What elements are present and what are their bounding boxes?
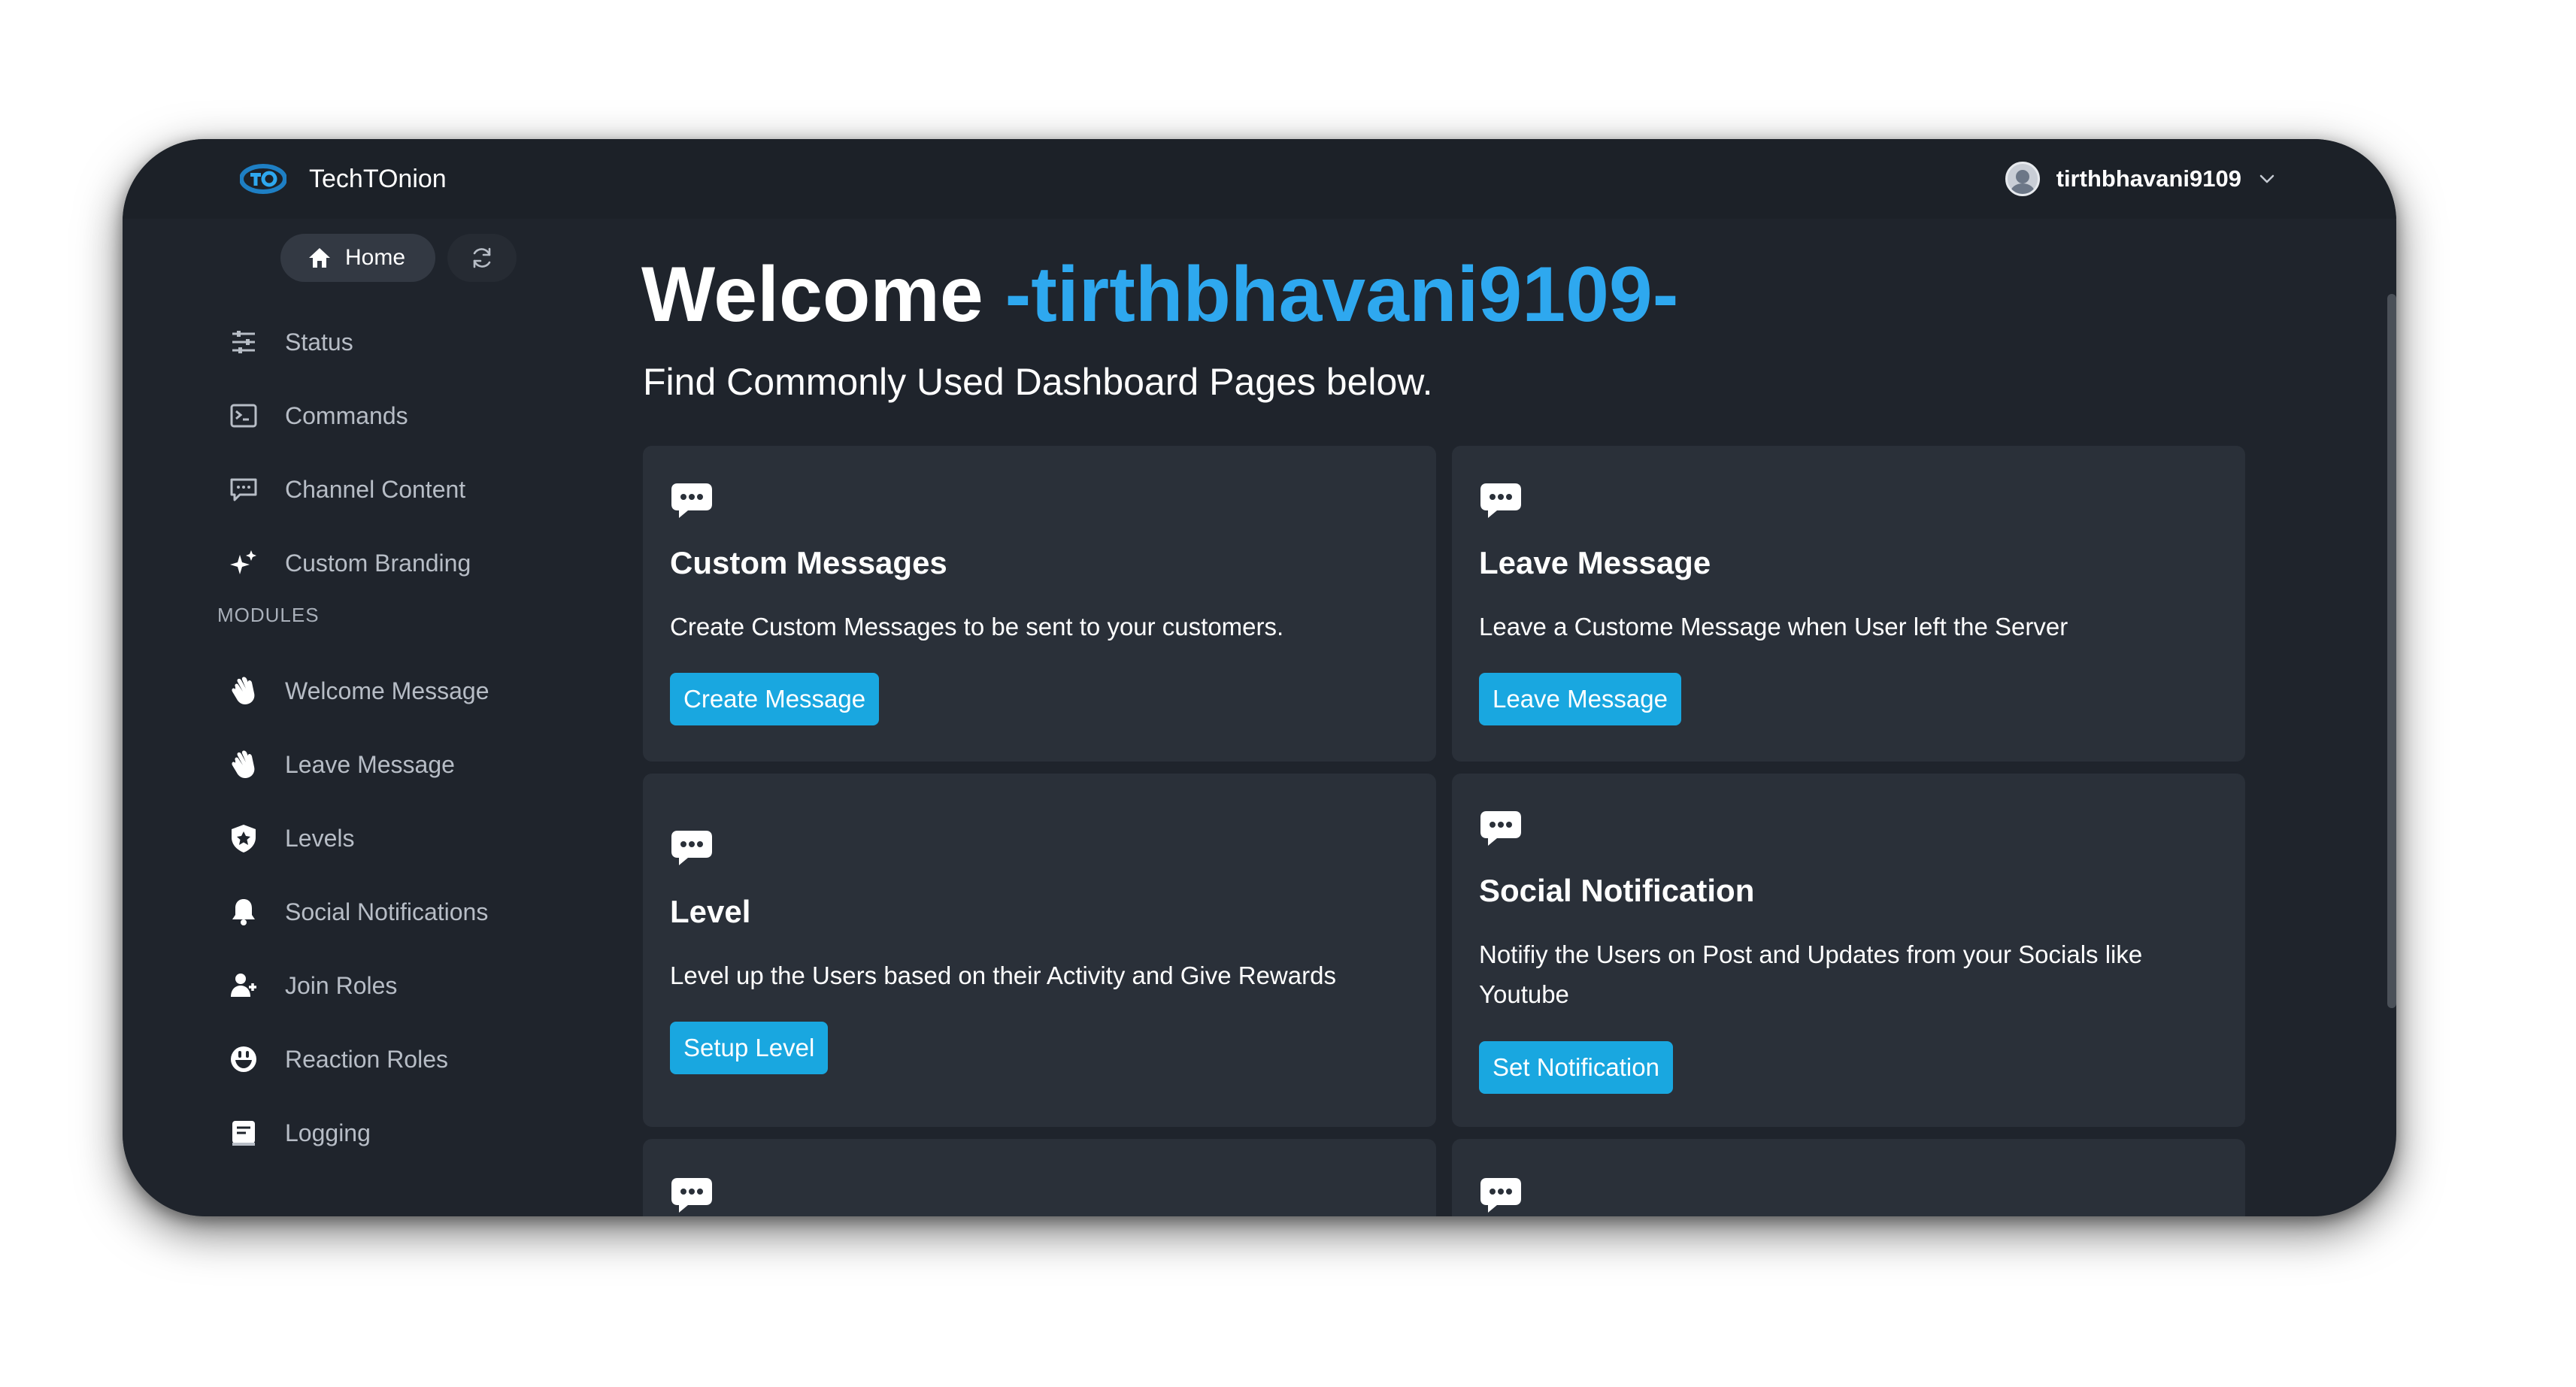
chat-bubble-icon (1480, 1178, 1521, 1213)
sidebar-item-label: Status (285, 328, 353, 356)
create-message-button[interactable]: Create Message (670, 673, 880, 725)
leave-message-button[interactable]: Leave Message (1479, 673, 1681, 725)
page-subtitle: Find Commonly Used Dashboard Pages below… (643, 361, 1433, 403)
main-content: Welcome -tirthbhavani9109- Find Commonly… (574, 219, 2396, 1216)
sparkles-icon (230, 550, 256, 574)
sidebar-item-welcome-message[interactable]: Welcome Message (228, 668, 489, 713)
sidebar-item-leave-message[interactable]: Leave Message (228, 742, 455, 787)
bell-icon (232, 899, 255, 925)
sidebar-item-custom-branding[interactable]: Custom Branding (228, 541, 471, 586)
card-title: Level (670, 894, 751, 929)
sidebar-item-social-notifications[interactable]: Social Notifications (228, 889, 488, 934)
card-partial (643, 1139, 1436, 1216)
card-title: Leave Message (1479, 545, 1711, 580)
sidebar-item-join-roles[interactable]: Join Roles (228, 963, 397, 1008)
wave-hand-icon (232, 677, 255, 704)
sidebar-item-label: Social Notifications (285, 898, 489, 925)
sidebar-item-label: Levels (285, 824, 355, 852)
sidebar-item-label: Custom Branding (285, 549, 471, 577)
sidebar-item-label: Welcome Message (285, 677, 489, 704)
wave-hand-icon (232, 750, 255, 778)
sidebar-item-reaction-roles[interactable]: Reaction Roles (228, 1037, 448, 1082)
log-icon (232, 1121, 255, 1146)
sidebar-item-label: Channel Content (285, 475, 466, 503)
card-leave-message: Leave Message Leave a Custome Message wh… (1452, 446, 2245, 762)
chat-bubble-icon (671, 483, 712, 518)
sliders-icon (232, 331, 255, 353)
sidebar-item-label: Reaction Roles (285, 1045, 448, 1073)
sidebar-item-levels[interactable]: Levels (228, 816, 355, 861)
brand-logo-icon (240, 164, 286, 194)
scrollbar[interactable] (2387, 294, 2396, 1008)
home-icon (309, 248, 330, 268)
refresh-icon (473, 247, 491, 268)
home-button[interactable]: Home (280, 234, 436, 282)
sidebar-item-label: Logging (285, 1119, 371, 1146)
shield-icon (232, 825, 256, 852)
chat-bubble-icon (1480, 811, 1521, 846)
sidebar-item-channel-content[interactable]: Channel Content (228, 467, 465, 512)
chat-icon (230, 478, 257, 501)
card-description: Notifiy the Users on Post and Updates fr… (1479, 940, 2143, 1008)
card-title: Social Notification (1479, 873, 1755, 908)
chat-bubble-icon (671, 831, 712, 865)
smiley-icon (231, 1046, 256, 1072)
welcome-username: -tirthbhavani9109- (1005, 251, 1679, 338)
chevron-down-icon[interactable] (2258, 170, 2276, 188)
brand-name: TechTOnion (309, 164, 447, 193)
section-label-modules: MODULES (217, 604, 320, 626)
welcome-heading: Welcome -tirthbhavani9109- (641, 250, 1678, 340)
home-label: Home (345, 245, 406, 270)
card-description: Create Custom Messages to be sent to you… (670, 613, 1284, 641)
set-notification-button[interactable]: Set Notification (1479, 1041, 1673, 1094)
card-description: Level up the Users based on their Activi… (670, 962, 1336, 989)
card-title: Custom Messages (670, 545, 947, 580)
username: tirthbhavani9109 (2056, 165, 2241, 192)
sidebar-item-status[interactable]: Status (228, 319, 353, 365)
sidebar-item-label: Join Roles (285, 971, 398, 999)
card-social-notification: Social Notification Notifiy the Users on… (1452, 774, 2245, 1127)
app-window: TechTOnion tirthbhavani9109 Home Status … (123, 139, 2396, 1216)
card-level: Level Level up the Users based on their … (643, 774, 1436, 1127)
sidebar: Home Status Commands Channel Content Cus… (123, 219, 574, 1216)
terminal-icon (230, 404, 257, 428)
brand[interactable]: TechTOnion (240, 139, 447, 219)
card-description: Leave a Custome Message when User left t… (1479, 613, 2068, 641)
setup-level-button[interactable]: Setup Level (670, 1022, 829, 1074)
card-custom-messages: Custom Messages Create Custom Messages t… (643, 446, 1436, 762)
chat-bubble-icon (671, 1178, 712, 1213)
refresh-button[interactable] (447, 234, 517, 282)
chat-bubble-icon (1480, 483, 1521, 518)
welcome-prefix: Welcome (641, 251, 983, 338)
user-menu[interactable]: tirthbhavani9109 (2005, 139, 2276, 219)
sidebar-item-label: Leave Message (285, 750, 455, 778)
sidebar-item-label: Commands (285, 401, 408, 429)
card-partial (1452, 1139, 2245, 1216)
sidebar-item-commands[interactable]: Commands (228, 393, 408, 438)
avatar (2005, 162, 2040, 196)
sidebar-item-logging[interactable]: Logging (228, 1110, 371, 1155)
user-add-icon (231, 974, 256, 997)
top-bar: TechTOnion tirthbhavani9109 (123, 139, 2396, 219)
